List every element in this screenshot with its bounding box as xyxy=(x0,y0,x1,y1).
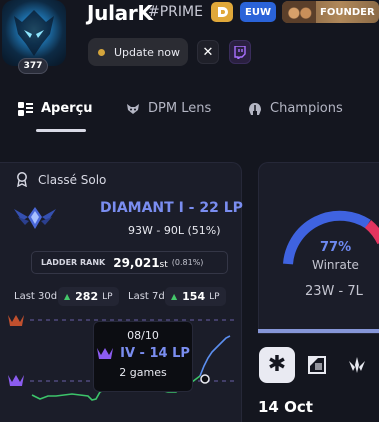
status-dot-icon xyxy=(98,48,105,56)
ladder-rank-box: LADDER RANK 29,021st (0.81%) xyxy=(31,251,228,274)
rank-tier-lp: DIAMANT I - 22 LP xyxy=(100,200,243,216)
tooltip-date: 08/10 xyxy=(127,329,159,342)
x-link-button[interactable]: ✕ xyxy=(197,40,219,64)
summoner-tag: #PRIME xyxy=(148,4,203,20)
master-tier-icon xyxy=(8,315,24,326)
update-button[interactable]: Update now xyxy=(88,38,188,66)
ranked-queue-label: Classé Solo xyxy=(38,172,107,187)
lens-icon xyxy=(126,103,140,115)
winrate-record: 23W - 7L xyxy=(305,284,363,299)
winrate-label: Winrate xyxy=(312,258,359,272)
up-arrow-icon: ▲ xyxy=(171,292,178,301)
medal-icon xyxy=(16,172,28,187)
tab-label: DPM Lens xyxy=(148,101,212,116)
last-30d-lp-box: ▲ 282 LP xyxy=(58,287,119,306)
winrate-donut xyxy=(283,210,379,265)
ladder-rank-percent: (0.81%) xyxy=(171,258,204,267)
square-icon xyxy=(308,356,326,374)
up-arrow-icon: ▲ xyxy=(64,292,71,301)
tooltip-games: 2 games xyxy=(119,366,167,379)
overview-icon xyxy=(18,101,33,116)
diamond-tier-icon xyxy=(8,375,24,386)
last-7d-label: Last 7d xyxy=(128,291,165,302)
filter-square-button[interactable] xyxy=(299,347,335,383)
gold-badge-icon xyxy=(211,2,233,22)
tab-label: Champions xyxy=(270,101,343,116)
summoner-name: JularK xyxy=(87,1,153,25)
winrate-percent: 77% xyxy=(320,240,352,255)
graph-tooltip: 08/10 IV - 14 LP 2 games xyxy=(93,321,193,392)
filter-role-button[interactable] xyxy=(339,347,375,383)
tooltip-rank: IV - 14 LP xyxy=(94,346,192,361)
twitch-icon xyxy=(234,45,246,59)
region-badge: EUW xyxy=(240,2,276,22)
role-icon xyxy=(349,357,365,373)
last-30d-label: Last 30d xyxy=(14,291,58,302)
match-date-header: 14 Oct xyxy=(258,398,313,416)
ranked-record: 93W - 90L (51%) xyxy=(128,224,221,237)
twitch-link-button[interactable] xyxy=(229,40,251,64)
founder-badge: FOUNDER xyxy=(282,1,379,23)
diamond-emblem-icon xyxy=(14,207,56,229)
last-7d-lp-box: ▲ 154 LP xyxy=(165,287,226,306)
filter-all-button[interactable]: ✱ xyxy=(259,347,295,383)
founder-label: FOUNDER xyxy=(320,6,375,18)
ladder-rank-value: 29,021st xyxy=(113,255,168,270)
asterisk-icon: ✱ xyxy=(267,352,287,377)
winrate-underline xyxy=(258,329,379,333)
ladder-rank-label: LADDER RANK xyxy=(41,258,106,267)
lp-line-blue xyxy=(199,335,231,377)
active-tab-indicator xyxy=(36,129,86,132)
tab-dpm-lens[interactable]: DPM Lens xyxy=(126,101,211,116)
helmet-icon xyxy=(248,102,262,116)
ranked-card-title: Classé Solo xyxy=(16,172,106,187)
profile-avatar xyxy=(2,0,66,66)
tab-apercu[interactable]: Aperçu xyxy=(18,101,93,116)
x-icon: ✕ xyxy=(202,44,214,60)
level-badge: 377 xyxy=(18,58,48,74)
tab-champions[interactable]: Champions xyxy=(248,101,343,116)
diamond-tier-icon xyxy=(97,348,114,359)
update-label: Update now xyxy=(114,45,181,59)
founder-avatars-icon xyxy=(282,1,316,23)
graph-hover-point xyxy=(200,374,210,384)
tab-label: Aperçu xyxy=(41,101,93,116)
